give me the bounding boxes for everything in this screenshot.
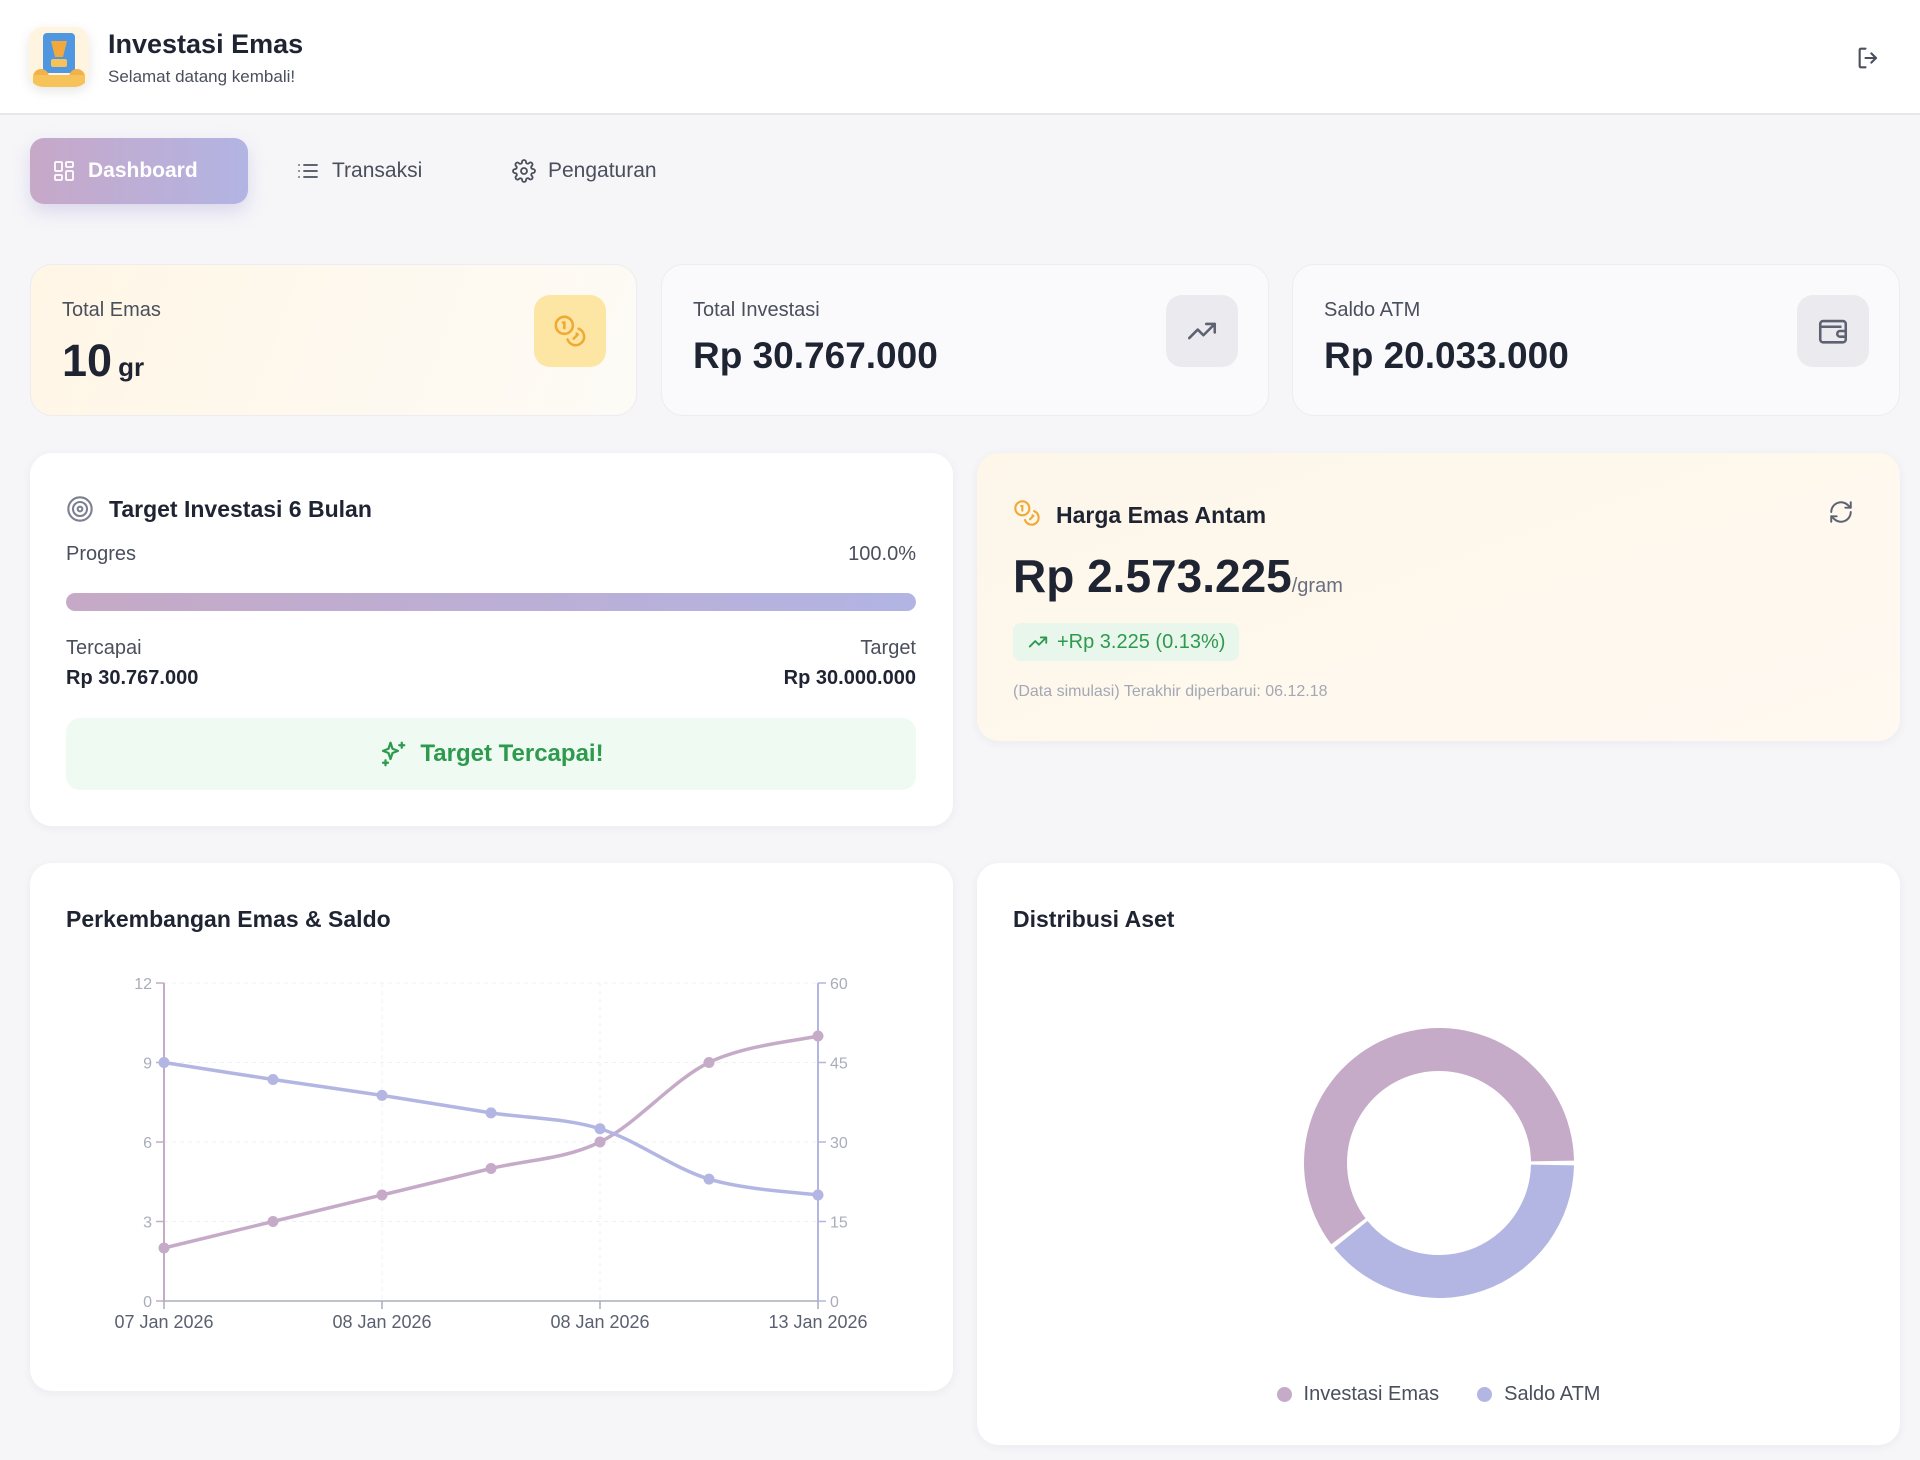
- refresh-icon[interactable]: [1828, 499, 1854, 525]
- legend-label: Saldo ATM: [1504, 1383, 1601, 1405]
- right-tick-label: 45: [830, 1056, 848, 1073]
- stat-label: Saldo ATM: [1324, 299, 1421, 321]
- gold-price-card: Harga Emas Antam Rp 2.573.225/gram +Rp 3…: [977, 453, 1900, 741]
- data-point: [485, 1163, 497, 1174]
- asset-donut-chart: [1304, 1028, 1574, 1298]
- donut-slice-1: [1334, 1164, 1574, 1298]
- x-tick-label: 08 Jan 2026: [332, 1312, 431, 1332]
- list-icon: [298, 164, 318, 178]
- price-change-badge: +Rp 3.225 (0.13%): [1013, 623, 1240, 661]
- data-point: [267, 1073, 279, 1085]
- left-tick-label: 0: [143, 1294, 152, 1311]
- distribution-card: Distribusi Aset Investasi Emas Saldo ATM: [977, 863, 1900, 1445]
- achieved-label: Tercapai: [66, 637, 142, 659]
- growth-line-chart: 0 3 6 9 12 0 15 30 45 60 07 Jan 2026 08 Jan 2026 08 …: [114, 976, 867, 1332]
- data-point: [376, 1189, 388, 1201]
- wallet-icon: [1818, 319, 1848, 344]
- gold-price-unit: /gram: [1291, 575, 1343, 597]
- stat-icon-box: [1797, 295, 1869, 367]
- tab-pengaturan-label: Pengaturan: [548, 159, 657, 182]
- app-subtitle: Selamat datang kembali!: [108, 67, 296, 86]
- tab-dashboard[interactable]: Dashboard: [30, 138, 248, 204]
- app-header: Investasi Emas Selamat datang kembali!: [0, 0, 1920, 115]
- data-point: [158, 1242, 170, 1254]
- data-point: [376, 1089, 388, 1101]
- target-title: Target Investasi 6 Bulan: [109, 496, 372, 522]
- data-point: [812, 1030, 824, 1042]
- gear-icon: [512, 159, 536, 183]
- tab-dashboard-label: Dashboard: [88, 159, 198, 182]
- stat-icon-box: [534, 295, 606, 367]
- x-tick-label: 07 Jan 2026: [114, 1312, 213, 1332]
- total-emas-value: 10: [62, 335, 113, 386]
- legend-item: Saldo ATM: [1477, 1383, 1600, 1406]
- gold-price-value: Rp 2.573.225: [1013, 550, 1292, 602]
- right-tick-label: 60: [830, 976, 848, 993]
- sparkles-icon: [382, 741, 406, 767]
- saldo-atm-value: Rp 20.033.000: [1324, 335, 1569, 376]
- gold-price-note: (Data simulasi) Terakhir diperbarui: 06.…: [1013, 683, 1328, 700]
- dashboard-icon: [54, 161, 74, 181]
- right-tick-label: 0: [830, 1294, 839, 1311]
- stat-label: Total Emas: [62, 299, 161, 321]
- gold-price-row: Rp 2.573.225/gram: [1013, 549, 1343, 603]
- growth-chart-card: Perkembangan Emas & Saldo 0 3 6 9 12 0 15 30 45 6…: [30, 863, 953, 1391]
- app-logo: [29, 27, 89, 87]
- stat-value: 10 gr: [62, 335, 144, 387]
- target-card: Target Investasi 6 Bulan Progres 100.0% …: [30, 453, 953, 826]
- coins-icon: [554, 315, 586, 347]
- data-point: [594, 1136, 606, 1148]
- target-icon: [67, 496, 93, 522]
- tab-pengaturan[interactable]: Pengaturan: [490, 138, 679, 204]
- progress-label: Progres: [66, 543, 137, 565]
- legend-swatch: [1477, 1387, 1493, 1402]
- coins-icon: [1014, 500, 1040, 526]
- target-achieved-banner: Target Tercapai!: [66, 718, 916, 790]
- stat-label: Total Investasi: [693, 299, 820, 321]
- data-point: [158, 1057, 170, 1068]
- progress-percent: 100.0%: [848, 543, 916, 565]
- stat-card-saldo-atm: Saldo ATM Rp 20.033.000: [1292, 264, 1900, 416]
- left-tick-label: 3: [143, 1215, 152, 1232]
- data-point: [812, 1189, 824, 1201]
- gold-bar-logo-icon: [29, 27, 89, 87]
- left-tick-label: 6: [143, 1135, 152, 1152]
- data-point: [703, 1173, 715, 1185]
- legend-swatch: [1276, 1387, 1292, 1402]
- trending-up-icon: [1187, 322, 1217, 340]
- series-line-1: [163, 1060, 819, 1197]
- right-tick-label: 30: [830, 1135, 848, 1152]
- data-point: [703, 1057, 715, 1068]
- data-point: [594, 1123, 606, 1135]
- logout-icon[interactable]: [1855, 44, 1883, 72]
- total-investasi-value: Rp 30.767.000: [693, 335, 938, 376]
- donut-legend: Investasi Emas Saldo ATM: [977, 1383, 1900, 1406]
- tab-transaksi[interactable]: Transaksi: [274, 138, 444, 204]
- stat-card-total-emas: Total Emas 10 gr: [30, 264, 637, 416]
- x-tick-label: 13 Jan 2026: [768, 1312, 867, 1332]
- x-tick-label: 08 Jan 2026: [550, 1312, 649, 1332]
- target-value: Rp 30.000.000: [783, 667, 916, 689]
- stat-card-total-investasi: Total Investasi Rp 30.767.000: [661, 264, 1269, 416]
- gold-price-title: Harga Emas Antam: [1056, 502, 1267, 528]
- progress-bar: [66, 593, 916, 611]
- right-tick-label: 15: [830, 1215, 848, 1232]
- progress-bar-fill: [66, 593, 916, 611]
- target-status: Target Tercapai!: [420, 740, 604, 767]
- price-change-text: +Rp 3.225 (0.13%): [1057, 630, 1226, 653]
- achieved-value: Rp 30.767.000: [66, 667, 199, 689]
- stat-icon-box: [1166, 295, 1238, 367]
- target-label: Target: [860, 637, 916, 659]
- app-title: Investasi Emas: [108, 29, 304, 59]
- trending-up-icon: [1028, 636, 1048, 648]
- left-tick-label: 9: [143, 1056, 152, 1073]
- data-point: [267, 1216, 279, 1227]
- tab-transaksi-label: Transaksi: [332, 159, 423, 182]
- total-emas-unit: gr: [118, 352, 145, 382]
- data-point: [485, 1107, 497, 1119]
- legend-label: Investasi Emas: [1303, 1383, 1440, 1405]
- left-tick-label: 12: [134, 976, 152, 993]
- legend-item: Investasi Emas: [1276, 1383, 1440, 1406]
